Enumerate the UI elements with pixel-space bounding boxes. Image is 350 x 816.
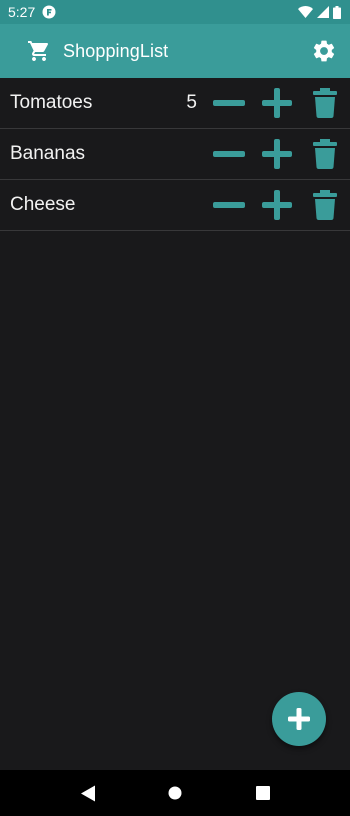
- item-name: Cheese: [10, 194, 76, 215]
- recents-icon[interactable]: [245, 770, 281, 816]
- cart-icon: [27, 39, 51, 63]
- trash-icon[interactable]: [308, 86, 342, 120]
- minus-icon[interactable]: [212, 86, 246, 120]
- app-screen: 5:27 ShoppingList Tomatoes 5 Bananas Che…: [0, 0, 350, 816]
- list-item: Tomatoes 5: [0, 78, 350, 129]
- gear-icon[interactable]: [311, 38, 337, 64]
- home-icon[interactable]: [157, 770, 193, 816]
- system-nav-bar: [0, 770, 350, 816]
- wifi-icon: [298, 6, 313, 18]
- item-name: Bananas: [10, 143, 86, 164]
- plus-icon[interactable]: [260, 86, 294, 120]
- trash-icon[interactable]: [308, 188, 342, 222]
- cell-signal-icon: [317, 6, 329, 18]
- status-right: [298, 5, 341, 19]
- notification-app-icon: [42, 5, 56, 19]
- app-bar: ShoppingList: [0, 24, 350, 78]
- list-item: Bananas: [0, 129, 350, 180]
- shopping-list: Tomatoes 5 Bananas Cheese: [0, 78, 350, 231]
- item-quantity: 5: [186, 92, 197, 113]
- plus-icon[interactable]: [260, 137, 294, 171]
- add-item-button[interactable]: [272, 692, 326, 746]
- minus-icon[interactable]: [212, 188, 246, 222]
- status-time: 5:27: [8, 4, 36, 20]
- trash-icon[interactable]: [308, 137, 342, 171]
- list-item: Cheese: [0, 180, 350, 231]
- item-name: Tomatoes: [10, 92, 93, 113]
- status-left: 5:27: [8, 4, 56, 20]
- app-title: ShoppingList: [63, 40, 169, 61]
- status-bar: 5:27: [0, 0, 350, 24]
- back-icon[interactable]: [70, 770, 106, 816]
- plus-icon: [288, 708, 310, 730]
- minus-icon[interactable]: [212, 137, 246, 171]
- battery-icon: [333, 5, 341, 19]
- plus-icon[interactable]: [260, 188, 294, 222]
